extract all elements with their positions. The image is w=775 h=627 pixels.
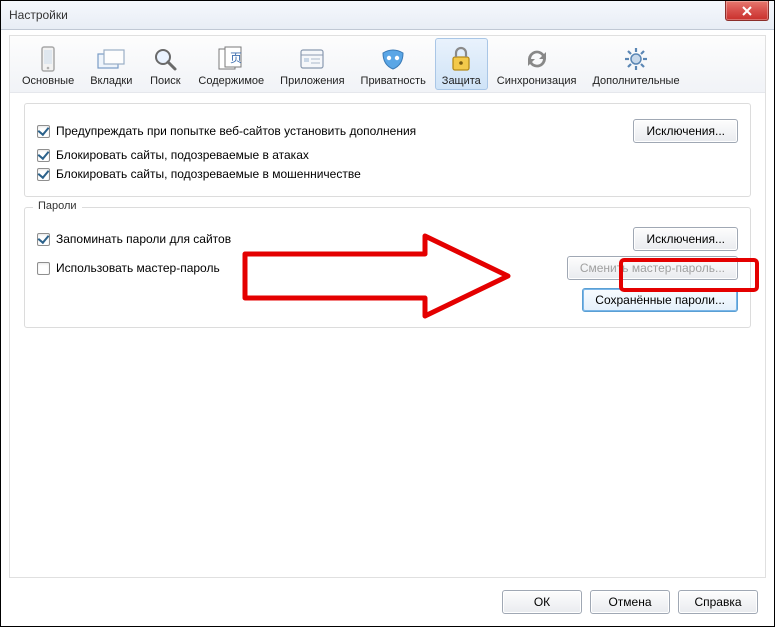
tab-main[interactable]: Основные [15,38,81,90]
ok-button[interactable]: ОК [502,590,582,614]
block-attacks-checkbox[interactable] [37,149,50,162]
sync-icon [521,43,553,75]
tab-label: Синхронизация [497,75,577,87]
saved-passwords-button[interactable]: Сохранённые пароли... [582,288,738,312]
exceptions-passwords-button[interactable]: Исключения... [633,227,738,251]
gear-icon [620,43,652,75]
tab-apps[interactable]: Приложения [273,38,351,90]
addons-group: Предупреждать при попытке веб-сайтов уст… [24,103,751,197]
warn-addons-label: Предупреждать при попытке веб-сайтов уст… [56,124,416,138]
tab-advanced[interactable]: Дополнительные [585,38,686,90]
remember-passwords-label: Запоминать пароли для сайтов [56,232,231,246]
tab-search[interactable]: Поиск [141,38,189,90]
cancel-button[interactable]: Отмена [590,590,670,614]
window-title: Настройки [9,8,68,22]
apps-icon [296,43,328,75]
tabs-icon [95,43,127,75]
tab-label: Основные [22,75,74,87]
phone-icon [32,43,64,75]
block-fraud-checkbox[interactable] [37,168,50,181]
mask-icon [377,43,409,75]
lock-icon [445,43,477,75]
tab-security[interactable]: Защита [435,38,488,90]
settings-window: Настройки Основные Вкладки [0,0,775,627]
passwords-group-title: Пароли [33,200,82,212]
search-icon [149,43,181,75]
master-password-label: Использовать мастер-пароль [56,261,220,275]
change-master-button: Сменить мастер-пароль... [567,256,738,280]
tab-content[interactable]: 页 Содержимое [191,38,271,90]
close-icon [742,6,752,16]
tab-label: Вкладки [90,75,132,87]
passwords-group: Пароли Запоминать пароли для сайтов Искл… [24,207,751,328]
block-attacks-label: Блокировать сайты, подозреваемые в атака… [56,148,309,162]
tab-label: Содержимое [198,75,264,87]
svg-text:页: 页 [230,51,242,65]
tab-label: Приложения [280,75,344,87]
exceptions-addons-button[interactable]: Исключения... [633,119,738,143]
block-fraud-label: Блокировать сайты, подозреваемые в мошен… [56,167,361,181]
content-frame: Основные Вкладки Поиск 页 Содержимое [9,35,766,578]
tab-privacy[interactable]: Приватность [354,38,433,90]
warn-addons-checkbox[interactable] [37,125,50,138]
tab-sync[interactable]: Синхронизация [490,38,584,90]
security-panel: Предупреждать при попытке веб-сайтов уст… [10,93,765,348]
titlebar: Настройки [1,1,774,30]
help-button[interactable]: Справка [678,590,758,614]
tab-label: Защита [442,75,481,87]
settings-toolbar: Основные Вкладки Поиск 页 Содержимое [10,36,765,93]
tab-tabs[interactable]: Вкладки [83,38,139,90]
tab-label: Дополнительные [592,75,679,87]
close-button[interactable] [725,1,769,21]
remember-passwords-checkbox[interactable] [37,233,50,246]
content-icon: 页 [215,43,247,75]
dialog-buttons: ОК Отмена Справка [1,578,774,626]
master-password-checkbox[interactable] [37,262,50,275]
tab-label: Приватность [361,75,426,87]
tab-label: Поиск [150,75,180,87]
